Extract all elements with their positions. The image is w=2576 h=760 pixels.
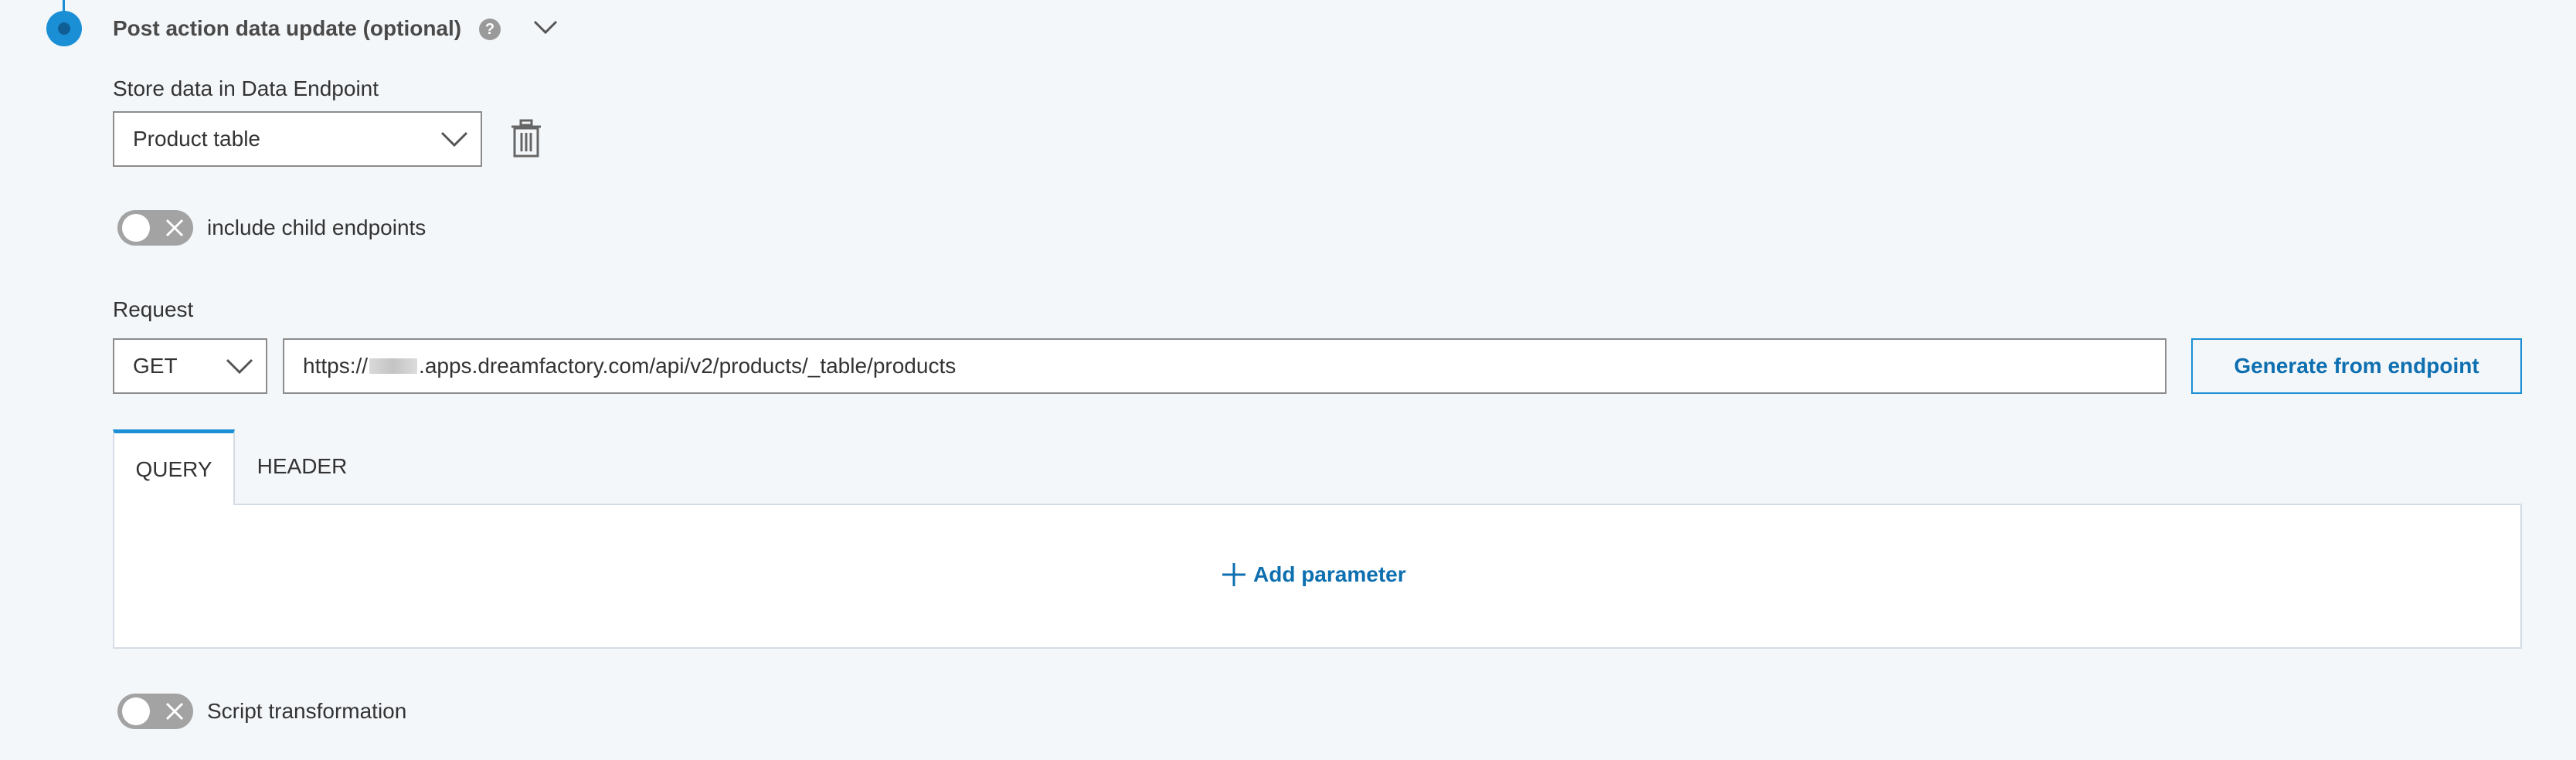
add-parameter-button[interactable]: Add parameter [1221, 559, 1406, 590]
script-transformation-label: Script transformation [207, 699, 407, 723]
add-parameter-label: Add parameter [1253, 562, 1406, 586]
store-data-label: Store data in Data Endpoint [113, 76, 379, 100]
data-endpoint-select[interactable]: Product table [113, 111, 482, 167]
child-endpoints-label: include child endpoints [207, 215, 427, 239]
tab-query[interactable]: QUERY [113, 429, 235, 505]
redacted-subdomain [369, 358, 418, 374]
script-transformation-toggle[interactable] [117, 694, 193, 729]
toggle-knob [122, 214, 150, 242]
plus-icon [1222, 563, 1246, 586]
chevron-down-icon[interactable] [532, 15, 559, 39]
toggle-knob [122, 697, 150, 725]
url-suffix: .apps.dreamfactory.com/api/v2/products/_… [419, 354, 957, 378]
close-icon [165, 702, 184, 721]
data-endpoint-select-value: Product table [133, 127, 260, 151]
child-endpoints-toggle[interactable] [117, 210, 193, 246]
tab-header[interactable]: HEADER [236, 429, 368, 504]
trash-icon[interactable] [510, 119, 542, 158]
step-indicator-dot [46, 11, 82, 46]
chevron-down-icon [440, 131, 468, 148]
close-icon [165, 219, 184, 237]
question-circle-icon[interactable]: ? [479, 19, 501, 40]
chevron-down-icon [226, 358, 253, 375]
request-url-input[interactable]: https:// .apps.dreamfactory.com/api/v2/p… [283, 338, 2166, 394]
http-method-select[interactable]: GET [113, 338, 267, 394]
section-title: Post action data update (optional) [113, 16, 462, 40]
generate-from-endpoint-button[interactable]: Generate from endpoint [2191, 338, 2522, 394]
http-method-value: GET [133, 354, 178, 378]
url-prefix: https:// [303, 354, 369, 378]
request-label: Request [113, 297, 194, 321]
